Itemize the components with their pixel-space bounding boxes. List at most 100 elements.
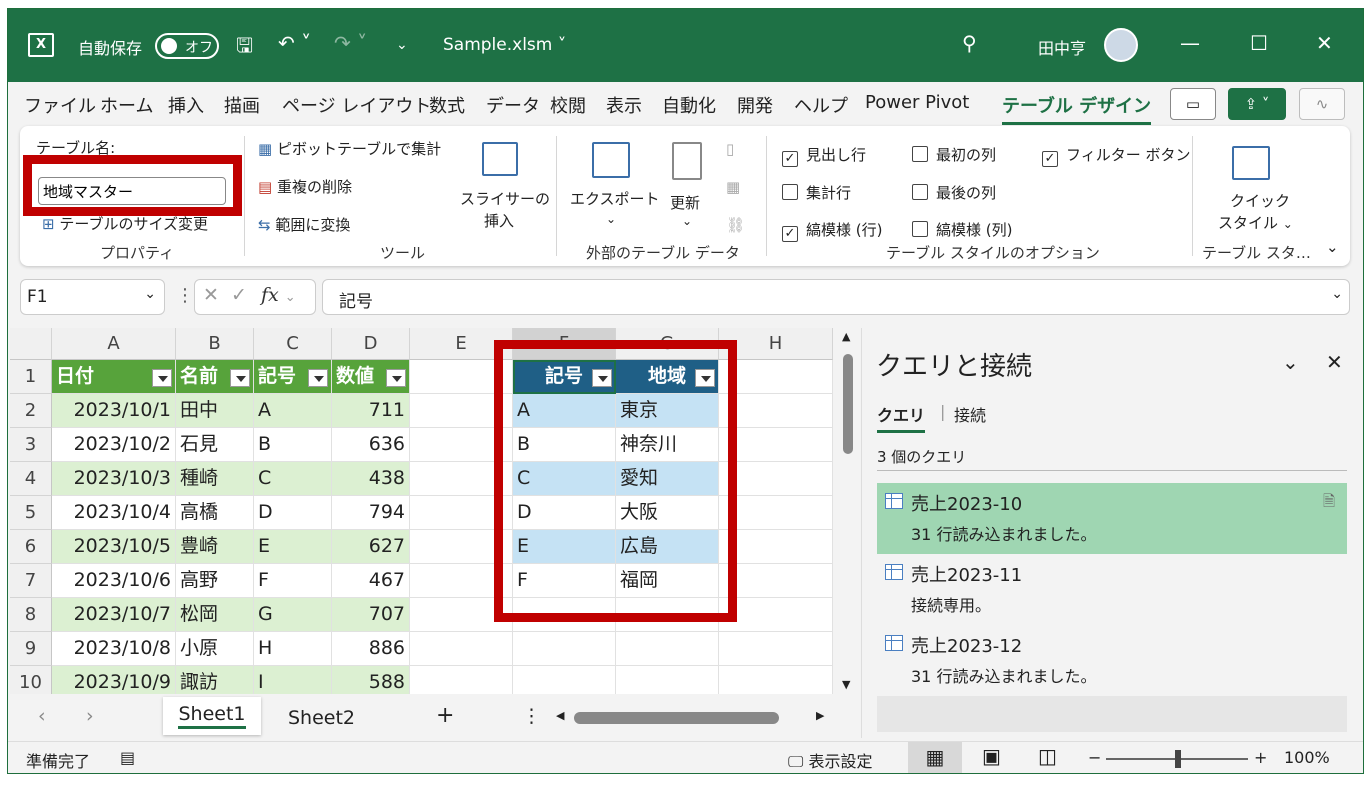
tab-file[interactable]: ファイル: [24, 92, 96, 118]
horizontal-scrollbar[interactable]: ◀ ▶: [548, 709, 838, 725]
table-cell[interactable]: H: [254, 632, 332, 666]
slicer-label-2[interactable]: 挿入: [484, 210, 514, 231]
banded-columns-checkbox[interactable]: 縞模様 (列): [912, 219, 1012, 240]
table-cell[interactable]: 438: [332, 462, 410, 496]
table-cell[interactable]: 627: [332, 530, 410, 564]
table-cell[interactable]: 707: [332, 598, 410, 632]
table-header-cell[interactable]: 日付: [52, 360, 176, 394]
convert-range-button[interactable]: ⇆ 範囲に変換: [258, 214, 350, 235]
autosave-toggle[interactable]: オフ: [155, 33, 219, 59]
column-header[interactable]: A: [52, 328, 176, 360]
table-cell[interactable]: I: [254, 666, 332, 694]
empty-cell[interactable]: [410, 496, 513, 530]
table-cell[interactable]: B: [254, 428, 332, 462]
empty-cell[interactable]: [719, 666, 833, 694]
table-cell[interactable]: 588: [332, 666, 410, 694]
remove-duplicates-button[interactable]: ▤ 重複の削除: [258, 176, 352, 197]
table-cell[interactable]: 松岡: [176, 598, 254, 632]
table-cell[interactable]: 636: [332, 428, 410, 462]
name-box[interactable]: F1 ⌄: [20, 279, 165, 315]
enter-icon[interactable]: ✓: [231, 284, 247, 306]
empty-cell[interactable]: [719, 394, 833, 428]
column-header[interactable]: F: [513, 328, 616, 360]
page-layout-view-icon[interactable]: ▣: [982, 744, 1001, 768]
table-cell[interactable]: 福岡: [616, 564, 719, 598]
table-cell[interactable]: 高橋: [176, 496, 254, 530]
accessibility-icon[interactable]: ▤: [120, 748, 135, 767]
customize-qat-icon[interactable]: ⌄: [396, 37, 408, 53]
fx-icon[interactable]: fx: [261, 284, 279, 306]
empty-cell[interactable]: [410, 530, 513, 564]
row-header[interactable]: 2: [10, 394, 52, 428]
empty-cell[interactable]: [410, 462, 513, 496]
first-column-checkbox[interactable]: 最初の列: [912, 144, 996, 165]
empty-cell[interactable]: [719, 564, 833, 598]
formula-input[interactable]: 記号 ⌄: [322, 279, 1350, 315]
table-cell[interactable]: 石見: [176, 428, 254, 462]
maximize-icon[interactable]: ☐: [1250, 31, 1268, 55]
empty-cell[interactable]: [410, 360, 513, 394]
table-name-input[interactable]: [38, 177, 226, 205]
refresh-dropdown-icon[interactable]: ⌄: [682, 214, 692, 228]
user-name[interactable]: 田中亨: [1038, 35, 1086, 59]
search-icon[interactable]: ⚲: [962, 31, 977, 55]
table-header-cell[interactable]: 地域: [616, 360, 719, 394]
table-cell[interactable]: 田中: [176, 394, 254, 428]
table-cell[interactable]: B: [513, 428, 616, 462]
tab-table-design[interactable]: テーブル デザイン: [1002, 92, 1152, 125]
table-cell[interactable]: D: [254, 496, 332, 530]
page-break-view-icon[interactable]: ◫: [1038, 744, 1057, 768]
save-icon[interactable]: 🖫: [236, 31, 253, 65]
row-header[interactable]: 1: [10, 360, 52, 394]
refresh-icon[interactable]: [672, 142, 702, 180]
select-all-corner[interactable]: [10, 328, 52, 360]
sheet-tab-sheet1[interactable]: Sheet1: [163, 697, 261, 735]
tab-automate[interactable]: 自動化: [662, 92, 716, 118]
add-sheet-icon[interactable]: +: [436, 703, 454, 728]
tab-view[interactable]: 表示: [606, 92, 642, 118]
empty-cell[interactable]: [719, 462, 833, 496]
empty-cell[interactable]: [410, 394, 513, 428]
empty-cell[interactable]: [719, 632, 833, 666]
table-cell[interactable]: D: [513, 496, 616, 530]
table-cell[interactable]: 886: [332, 632, 410, 666]
quick-style-button[interactable]: スタイル ⌄: [1218, 212, 1293, 233]
table-header-cell[interactable]: 数値: [332, 360, 410, 394]
banded-rows-checkbox[interactable]: ✓ 縞模様 (行): [782, 219, 882, 242]
empty-cell[interactable]: [410, 428, 513, 462]
minimize-icon[interactable]: —: [1180, 31, 1200, 55]
comments-button[interactable]: ▭: [1170, 88, 1216, 120]
filter-dropdown-icon[interactable]: [386, 369, 406, 387]
worksheet-grid[interactable]: A B C D E F G H 1 2 3 4 5 6 7 8 9 10 日付 名…: [10, 328, 833, 694]
table-header-cell[interactable]: 記号: [254, 360, 332, 394]
empty-cell[interactable]: [513, 598, 616, 632]
table-cell[interactable]: 2023/10/6: [52, 564, 176, 598]
more-options-icon[interactable]: ⋮: [176, 285, 194, 306]
row-header[interactable]: 9: [10, 632, 52, 666]
table-cell[interactable]: 東京: [616, 394, 719, 428]
row-header[interactable]: 5: [10, 496, 52, 530]
table-cell[interactable]: 小原: [176, 632, 254, 666]
table-cell[interactable]: 2023/10/3: [52, 462, 176, 496]
empty-cell[interactable]: [719, 598, 833, 632]
column-header[interactable]: C: [254, 328, 332, 360]
empty-cell[interactable]: [616, 598, 719, 632]
export-icon[interactable]: [592, 142, 630, 178]
table-cell[interactable]: 711: [332, 394, 410, 428]
table-cell[interactable]: F: [513, 564, 616, 598]
share-button[interactable]: ⇪ ˅: [1228, 88, 1286, 120]
table-cell[interactable]: 広島: [616, 530, 719, 564]
quick-style-icon[interactable]: [1232, 146, 1270, 180]
tab-queries[interactable]: クエリ: [877, 402, 926, 433]
row-header[interactable]: 10: [10, 666, 52, 694]
close-icon[interactable]: ✕: [1316, 31, 1333, 55]
unlink-icon[interactable]: ⛓: [726, 216, 745, 234]
prev-sheet-icon[interactable]: ‹: [38, 705, 46, 727]
column-header[interactable]: D: [332, 328, 410, 360]
table-cell[interactable]: 愛知: [616, 462, 719, 496]
table-cell[interactable]: 豊崎: [176, 530, 254, 564]
table-cell[interactable]: C: [254, 462, 332, 496]
empty-cell[interactable]: [410, 564, 513, 598]
row-header[interactable]: 7: [10, 564, 52, 598]
scroll-right-icon[interactable]: ▶: [816, 709, 824, 722]
